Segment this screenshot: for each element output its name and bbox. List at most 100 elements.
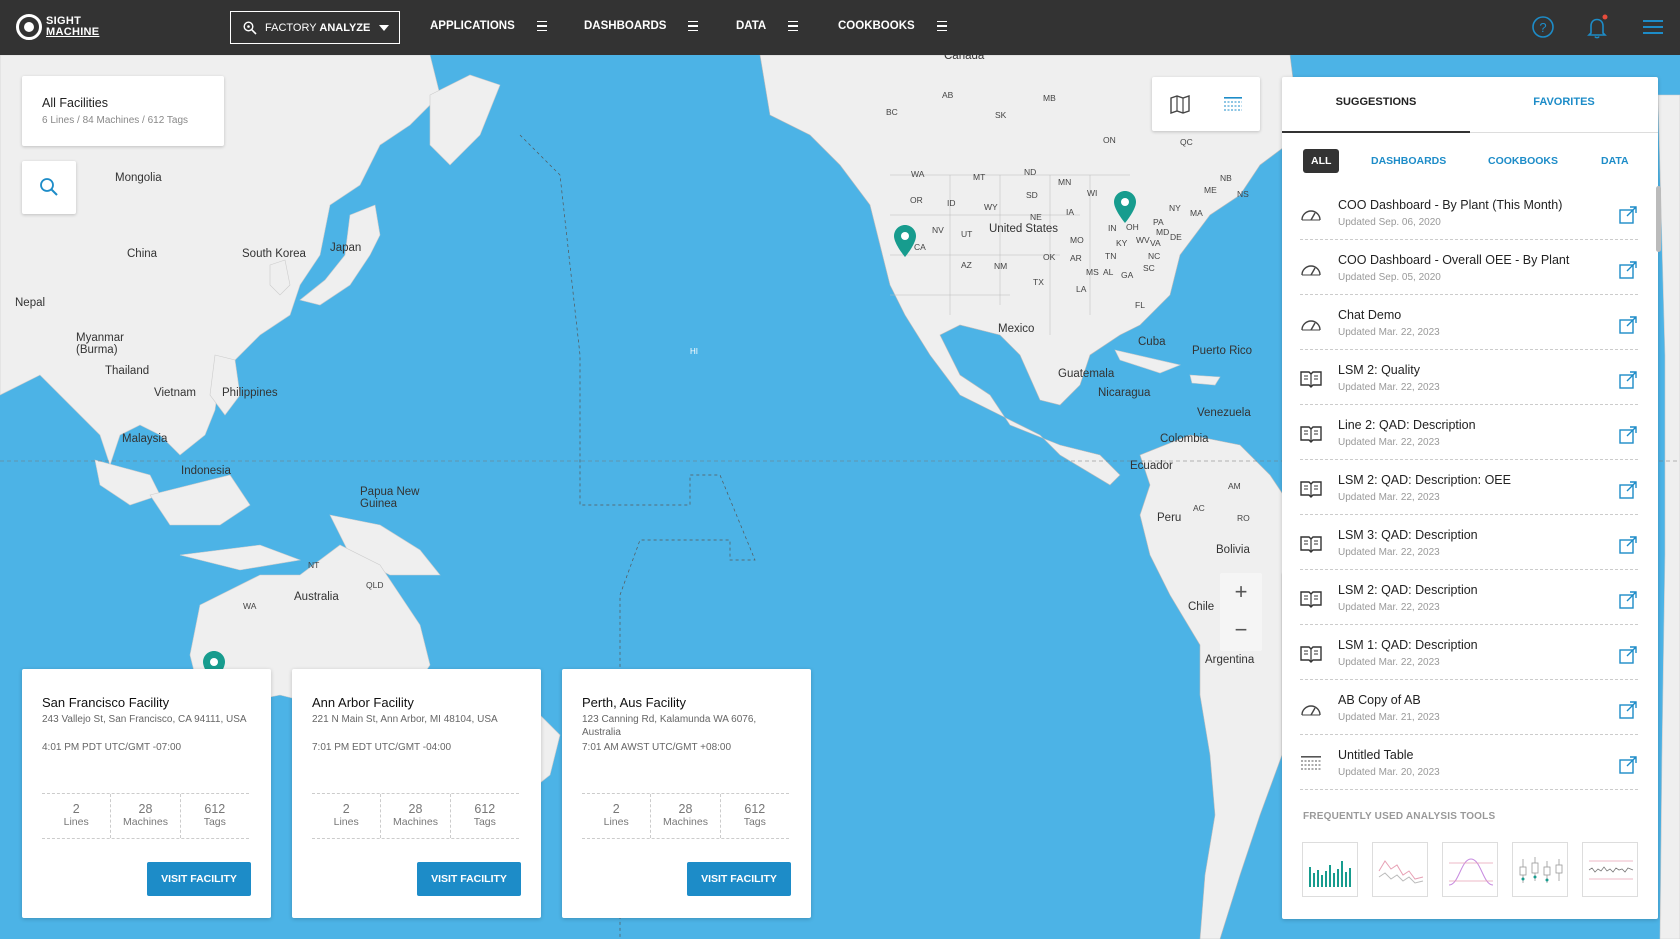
suggestions-panel: SUGGESTIONS FAVORITES ALL DASHBOARDS COO… bbox=[1282, 77, 1658, 919]
label-sd: SD bbox=[1026, 190, 1038, 200]
open-external-icon[interactable] bbox=[1618, 755, 1638, 775]
stat-lines-label: Lines bbox=[603, 816, 629, 828]
bar-chart-tool-icon[interactable] bbox=[1302, 842, 1358, 897]
open-external-icon[interactable] bbox=[1618, 535, 1638, 555]
label-mexico: Mexico bbox=[998, 323, 1035, 335]
product-name: ANALYZE bbox=[319, 21, 371, 34]
suggestion-item[interactable]: AB Copy of AB Updated Mar. 21, 2023 bbox=[1300, 680, 1638, 735]
suggestion-title: COO Dashboard - Overall OEE - By Plant bbox=[1338, 253, 1570, 267]
gauge-icon bbox=[1301, 705, 1321, 716]
open-external-icon[interactable] bbox=[1618, 645, 1638, 665]
control-chart-tool-icon[interactable] bbox=[1582, 842, 1638, 897]
suggestion-updated: Updated Sep. 06, 2020 bbox=[1338, 217, 1441, 228]
facility-address: 243 Vallejo St, San Francisco, CA 94111,… bbox=[42, 714, 247, 725]
nav-applications[interactable]: APPLICATIONS bbox=[430, 20, 547, 32]
label-ro: RO bbox=[1237, 513, 1250, 523]
label-ny: NY bbox=[1169, 203, 1181, 213]
label-id: ID bbox=[947, 198, 956, 208]
label-mt: MT bbox=[973, 172, 986, 182]
open-external-icon[interactable] bbox=[1618, 700, 1638, 720]
label-vietnam: Vietnam bbox=[154, 387, 196, 399]
visit-facility-button[interactable]: VISIT FACILITY bbox=[687, 862, 791, 896]
label-ma: MA bbox=[1190, 208, 1203, 218]
suggestion-updated: Updated Mar. 22, 2023 bbox=[1338, 657, 1440, 668]
map-search-button[interactable] bbox=[22, 161, 76, 214]
filter-data[interactable]: DATA bbox=[1601, 149, 1629, 173]
label-bolivia: Bolivia bbox=[1216, 544, 1250, 556]
label-thailand: Thailand bbox=[105, 365, 150, 377]
product-selector[interactable]: FACTORY ANALYZE bbox=[230, 11, 400, 44]
open-external-icon[interactable] bbox=[1618, 425, 1638, 445]
suggestion-title: COO Dashboard - By Plant (This Month) bbox=[1338, 198, 1563, 212]
stat-tags-value: 612 bbox=[744, 802, 766, 816]
facility-card-ann-arbor: Ann Arbor Facility 221 N Main St, Ann Ar… bbox=[292, 669, 541, 918]
nav-dashboards[interactable]: DASHBOARDS bbox=[584, 20, 699, 32]
all-facilities-summary[interactable]: All Facilities 6 Lines / 84 Machines / 6… bbox=[22, 76, 224, 146]
stat-tags-value: 612 bbox=[204, 802, 226, 816]
nav-data[interactable]: DATA bbox=[736, 20, 799, 32]
panel-scrollbar[interactable] bbox=[1656, 186, 1661, 252]
boxplot-tool-icon[interactable] bbox=[1512, 842, 1568, 897]
label-wv: WV bbox=[1136, 235, 1150, 245]
zoom-out-button[interactable]: − bbox=[1220, 611, 1262, 649]
help-icon[interactable]: ? bbox=[1530, 14, 1556, 40]
label-mo: MO bbox=[1070, 235, 1084, 245]
suggestion-item[interactable]: LSM 2: QAD: Description Updated Mar. 22, … bbox=[1300, 570, 1638, 625]
book-icon bbox=[1300, 426, 1322, 443]
filter-cookbooks[interactable]: COOKBOOKS bbox=[1488, 149, 1558, 173]
suggestion-item[interactable]: LSM 2: Quality Updated Mar. 22, 2023 bbox=[1300, 350, 1638, 405]
suggestion-item[interactable]: Chat Demo Updated Mar. 22, 2023 bbox=[1300, 295, 1638, 350]
gauge-icon bbox=[1301, 210, 1321, 221]
suggestion-title: LSM 2: Quality bbox=[1338, 363, 1420, 377]
facility-time: 7:01 PM EDT UTC/GMT -04:00 bbox=[312, 742, 452, 753]
open-external-icon[interactable] bbox=[1618, 480, 1638, 500]
open-external-icon[interactable] bbox=[1618, 590, 1638, 610]
suggestion-item[interactable]: LSM 2: QAD: Description: OEE Updated Mar.… bbox=[1300, 460, 1638, 515]
filter-all[interactable]: ALL bbox=[1303, 149, 1340, 173]
tab-suggestions[interactable]: SUGGESTIONS bbox=[1282, 77, 1470, 133]
open-external-icon[interactable] bbox=[1618, 315, 1638, 335]
table-view-icon[interactable] bbox=[1222, 93, 1244, 115]
visit-facility-button[interactable]: VISIT FACILITY bbox=[147, 862, 251, 896]
stat-lines-value: 2 bbox=[342, 802, 350, 816]
label-mb: MB bbox=[1043, 93, 1056, 103]
open-external-icon[interactable] bbox=[1618, 205, 1638, 225]
tab-favorites[interactable]: FAVORITES bbox=[1470, 77, 1658, 131]
line-chart-tool-icon[interactable] bbox=[1372, 842, 1428, 897]
suggestion-item[interactable]: Untitled Table Updated Mar. 20, 2023 bbox=[1300, 735, 1638, 790]
stat-lines-value: 2 bbox=[72, 802, 80, 816]
label-nm: NM bbox=[994, 261, 1008, 271]
nav-data-label: DATA bbox=[736, 20, 767, 32]
label-tx: TX bbox=[1033, 277, 1044, 287]
filter-dashboards[interactable]: DASHBOARDS bbox=[1371, 149, 1446, 173]
bell-icon[interactable] bbox=[1584, 14, 1610, 40]
open-external-icon[interactable] bbox=[1618, 260, 1638, 280]
suggestion-item[interactable]: Line 2: QAD: Description Updated Mar. 22,… bbox=[1300, 405, 1638, 460]
suggestion-item[interactable]: LSM 3: QAD: Description Updated Mar. 22, … bbox=[1300, 515, 1638, 570]
stat-tags: 612 Tags bbox=[721, 794, 789, 838]
map-pin-san-francisco[interactable] bbox=[894, 225, 916, 257]
map-pin-perth[interactable] bbox=[203, 651, 225, 671]
distribution-tool-icon[interactable] bbox=[1442, 842, 1498, 897]
map-view-icon[interactable] bbox=[1169, 93, 1191, 115]
visit-facility-button[interactable]: VISIT FACILITY bbox=[417, 862, 521, 896]
analyze-search-icon bbox=[243, 20, 257, 35]
zoom-in-button[interactable]: + bbox=[1220, 573, 1262, 611]
suggestion-item[interactable]: COO Dashboard - By Plant (This Month) Upd… bbox=[1300, 185, 1638, 240]
menu-icon[interactable] bbox=[1640, 14, 1666, 40]
label-chile: Chile bbox=[1188, 601, 1215, 613]
logo-line2: MACHINE bbox=[46, 26, 100, 38]
sight-machine-logo[interactable]: SIGHT MACHINE bbox=[16, 12, 99, 42]
label-qld: QLD bbox=[366, 580, 384, 590]
nav-dashboards-label: DASHBOARDS bbox=[584, 20, 667, 32]
nav-cookbooks[interactable]: COOKBOOKS bbox=[838, 20, 947, 32]
book-icon bbox=[1300, 481, 1322, 498]
open-external-icon[interactable] bbox=[1618, 370, 1638, 390]
table-icon bbox=[1301, 756, 1321, 770]
stat-machines-label: Machines bbox=[663, 816, 708, 828]
map-pin-ann-arbor[interactable] bbox=[1114, 191, 1136, 223]
suggestion-item[interactable]: COO Dashboard - Overall OEE - By Plant Up… bbox=[1300, 240, 1638, 295]
panel-tabs: SUGGESTIONS FAVORITES bbox=[1282, 77, 1658, 133]
suggestion-item[interactable]: LSM 1: QAD: Description Updated Mar. 22, … bbox=[1300, 625, 1638, 680]
suggestion-title: LSM 1: QAD: Description bbox=[1338, 638, 1478, 652]
